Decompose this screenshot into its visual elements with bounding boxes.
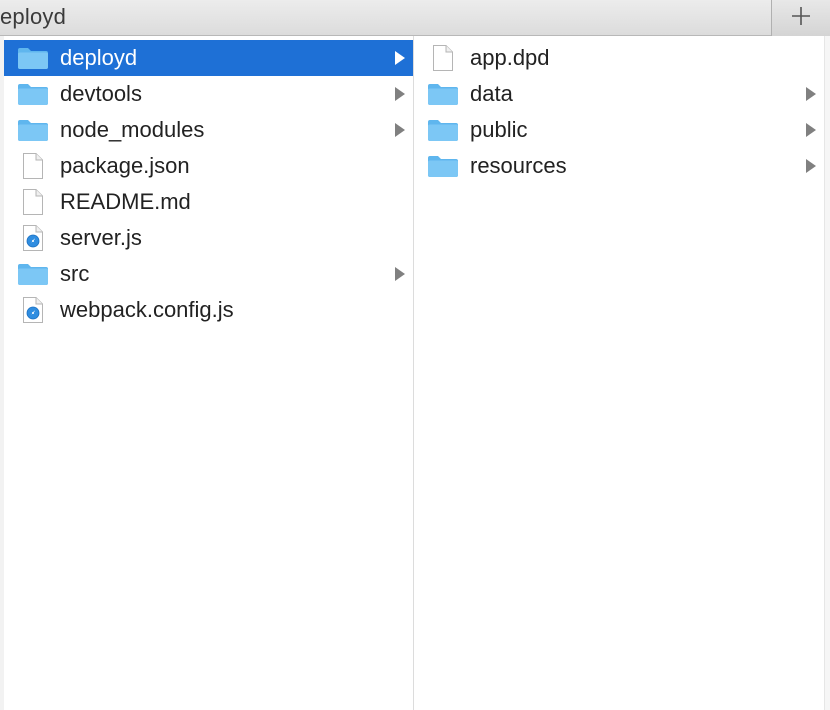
disclosure-arrow-icon: [391, 265, 409, 283]
item-label: src: [60, 261, 90, 286]
column-browser: deployd devtools node_modules package.js…: [0, 36, 830, 710]
document-icon: [16, 188, 50, 216]
item-label: node_modules: [60, 117, 205, 142]
folder-icon: [16, 80, 50, 108]
item-label: data: [470, 81, 513, 106]
item-label: webpack.config.js: [60, 297, 234, 322]
item-label: package.json: [60, 153, 190, 178]
list-item[interactable]: README.md: [4, 184, 413, 220]
item-label: app.dpd: [470, 45, 550, 70]
disclosure-arrow-icon: [391, 49, 409, 67]
disclosure-arrow-icon: [802, 121, 820, 139]
item-label: deployd: [60, 45, 138, 70]
list-item[interactable]: deployd: [4, 40, 413, 76]
folder-icon: [426, 116, 460, 144]
disclosure-arrow-icon: [391, 85, 409, 103]
folder-icon: [16, 260, 50, 288]
scrollbar-track[interactable]: [824, 36, 830, 710]
list-item[interactable]: app.dpd: [414, 40, 824, 76]
plus-icon: [790, 5, 812, 32]
disclosure-arrow-icon: [802, 157, 820, 175]
item-label: server.js: [60, 225, 142, 250]
list-item[interactable]: resources: [414, 148, 824, 184]
folder-icon: [16, 116, 50, 144]
folder-icon: [16, 44, 50, 72]
list-item[interactable]: server.js: [4, 220, 413, 256]
list-item[interactable]: devtools: [4, 76, 413, 112]
column-1: deployd devtools node_modules package.js…: [4, 36, 414, 710]
document-icon: [426, 44, 460, 72]
disclosure-arrow-icon: [802, 85, 820, 103]
list-item[interactable]: public: [414, 112, 824, 148]
item-label: devtools: [60, 81, 142, 106]
list-item[interactable]: src: [4, 256, 413, 292]
item-label: public: [470, 117, 528, 142]
disclosure-arrow-icon: [391, 121, 409, 139]
path-title: eployd: [0, 4, 67, 29]
script-file-icon: [16, 296, 50, 324]
item-label: README.md: [60, 189, 191, 214]
list-item[interactable]: data: [414, 76, 824, 112]
item-label: resources: [470, 153, 567, 178]
document-icon: [16, 152, 50, 180]
list-item[interactable]: package.json: [4, 148, 413, 184]
list-item[interactable]: webpack.config.js: [4, 292, 413, 328]
column-2: app.dpd data public resources: [414, 36, 824, 710]
path-bar: eployd: [0, 0, 830, 36]
folder-icon: [426, 80, 460, 108]
folder-icon: [426, 152, 460, 180]
add-button[interactable]: [771, 0, 830, 36]
list-item[interactable]: node_modules: [4, 112, 413, 148]
script-file-icon: [16, 224, 50, 252]
